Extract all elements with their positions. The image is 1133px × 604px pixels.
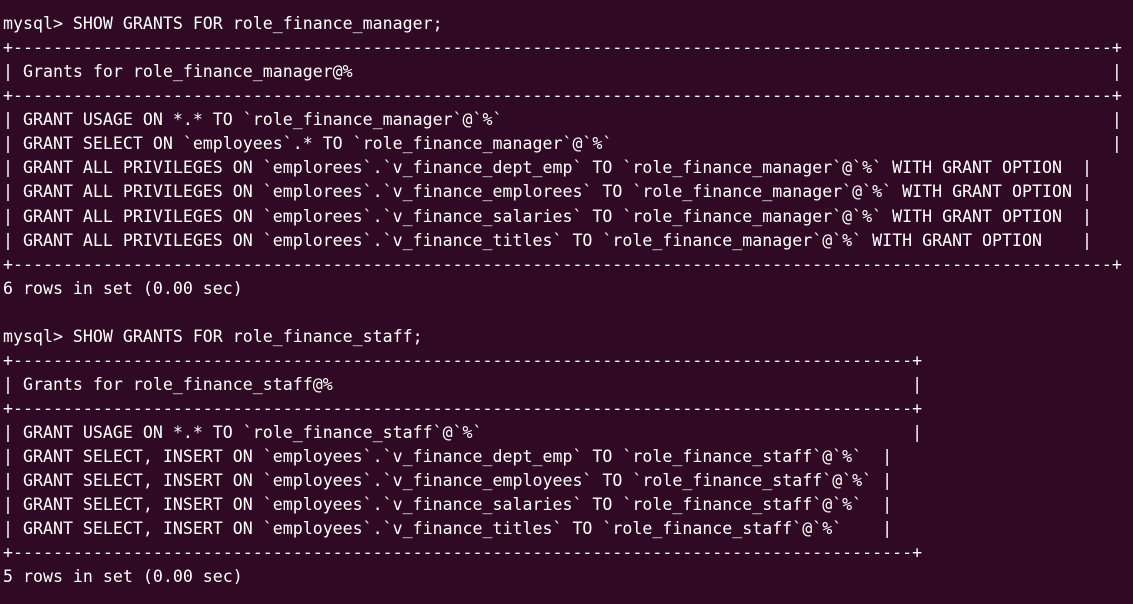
table-row: | GRANT SELECT ON `employees`.* TO `role… (3, 134, 1122, 154)
table-header: | Grants for role_finance_manager@% | (3, 62, 1122, 82)
table-row: | GRANT SELECT, INSERT ON `employees`.`v… (3, 519, 893, 539)
result-status: 6 rows in set (0.00 sec) (3, 278, 243, 298)
table-row: | GRANT SELECT, INSERT ON `employees`.`v… (3, 471, 893, 491)
table-border: +---------------------------------------… (3, 254, 1122, 274)
terminal-window[interactable]: mysql> SHOW GRANTS FOR role_finance_mana… (0, 0, 1133, 604)
table-row: | GRANT ALL PRIVILEGES ON `emplorees`.`v… (3, 158, 1092, 178)
table-row: | GRANT USAGE ON *.* TO `role_finance_st… (3, 423, 923, 443)
command-line: mysql> SHOW GRANTS FOR role_finance_mana… (3, 14, 443, 33)
table-header: | Grants for role_finance_staff@% | (3, 374, 923, 394)
table-border: +---------------------------------------… (3, 543, 923, 563)
table-border: +---------------------------------------… (3, 86, 1122, 106)
command-line: mysql> SHOW GRANTS FOR role_finance_staf… (3, 326, 423, 346)
table-row: | GRANT SELECT, INSERT ON `employees`.`v… (3, 447, 893, 467)
result-status: 5 rows in set (0.00 sec) (3, 567, 243, 587)
table-row: | GRANT ALL PRIVILEGES ON `emplorees`.`v… (3, 230, 1092, 250)
table-border: +---------------------------------------… (3, 38, 1122, 58)
table-border: +---------------------------------------… (3, 399, 923, 418)
table-row: | GRANT ALL PRIVILEGES ON `emplorees`.`v… (3, 182, 1092, 202)
table-row: | GRANT USAGE ON *.* TO `role_finance_ma… (3, 110, 1122, 130)
table-row: | GRANT SELECT, INSERT ON `employees`.`v… (3, 495, 893, 515)
table-border: +---------------------------------------… (3, 350, 923, 370)
table-row: | GRANT ALL PRIVILEGES ON `emplorees`.`v… (3, 206, 1092, 226)
